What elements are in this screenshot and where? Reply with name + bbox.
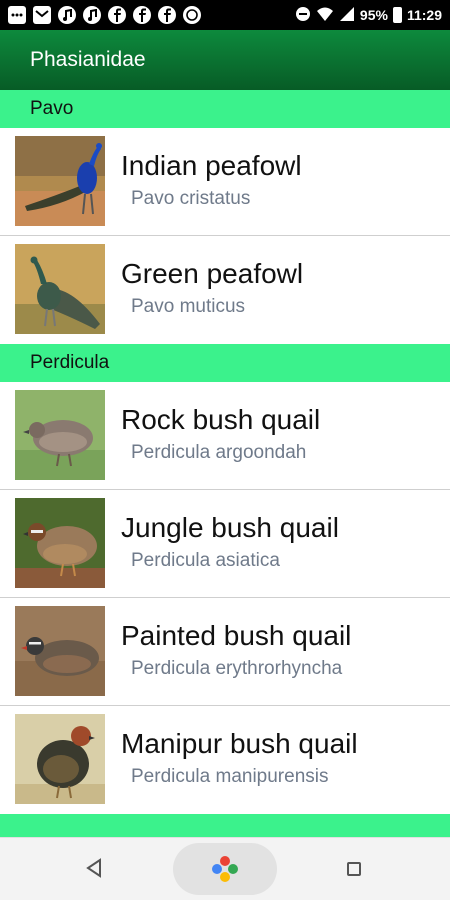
wifi-icon [316, 6, 334, 25]
list-item[interactable]: Rock bush quail Perdicula argoondah [0, 382, 450, 490]
app-title: Phasianidae [30, 48, 146, 71]
scientific-name: Perdicula asiatica [131, 550, 280, 571]
back-triangle-icon[interactable] [86, 858, 102, 883]
bird-list[interactable]: Pavo Indian peafowl Pavo cristatus Green… [0, 90, 450, 837]
section-title: Perdicula [30, 352, 110, 373]
list-item[interactable]: Green peafowl Pavo muticus [0, 236, 450, 344]
signal-icon [339, 6, 355, 25]
scientific-name: Perdicula erythrorhyncha [131, 658, 343, 679]
bird-thumbnail [15, 244, 105, 334]
facebook-icon [108, 6, 126, 24]
list-item[interactable]: Manipur bush quail Perdicula manipurensi… [0, 706, 450, 814]
bird-thumbnail [15, 498, 105, 588]
clock: 11:29 [406, 7, 442, 23]
dnd-icon [295, 6, 311, 25]
section-header-partial [0, 814, 450, 837]
facebook-icon [133, 6, 151, 24]
list-item[interactable]: Painted bush quail Perdicula erythrorhyn… [0, 598, 450, 706]
bird-thumbnail [15, 714, 105, 804]
recents-square-icon[interactable] [347, 862, 361, 876]
notification-icons [8, 6, 201, 24]
common-name: Green peafowl [121, 258, 304, 289]
scientific-name: Pavo cristatus [131, 188, 251, 209]
scientific-name: Perdicula argoondah [131, 442, 307, 463]
common-name: Jungle bush quail [121, 512, 339, 543]
common-name: Rock bush quail [121, 404, 321, 435]
navigation-bar [0, 837, 450, 900]
battery-percent: 95% [359, 7, 388, 23]
bird-thumbnail [15, 606, 105, 696]
music-icon [58, 6, 76, 24]
facebook-icon [158, 6, 176, 24]
music-icon [83, 6, 101, 24]
app-bar: Phasianidae [0, 30, 450, 90]
home-button[interactable] [173, 843, 277, 895]
scientific-name: Pavo muticus [131, 296, 246, 317]
status-bar: 95% 11:29 [0, 0, 450, 30]
google-assistant-icon [210, 854, 240, 889]
battery-icon [392, 7, 402, 23]
system-status: 95% 11:29 [295, 6, 442, 25]
section-header-pavo: Pavo [0, 90, 450, 128]
list-item[interactable]: Jungle bush quail Perdicula asiatica [0, 490, 450, 598]
chat-icon [8, 6, 26, 24]
common-name: Indian peafowl [121, 150, 302, 181]
bird-thumbnail [15, 390, 105, 480]
bird-thumbnail [15, 136, 105, 226]
common-name: Manipur bush quail [121, 728, 358, 759]
scientific-name: Perdicula manipurensis [131, 766, 329, 787]
mail-icon [33, 6, 51, 24]
common-name: Painted bush quail [121, 620, 352, 651]
list-item[interactable]: Indian peafowl Pavo cristatus [0, 128, 450, 236]
section-header-perdicula: Perdicula [0, 344, 450, 382]
section-title: Pavo [30, 98, 74, 119]
whatsapp-icon [183, 6, 201, 24]
